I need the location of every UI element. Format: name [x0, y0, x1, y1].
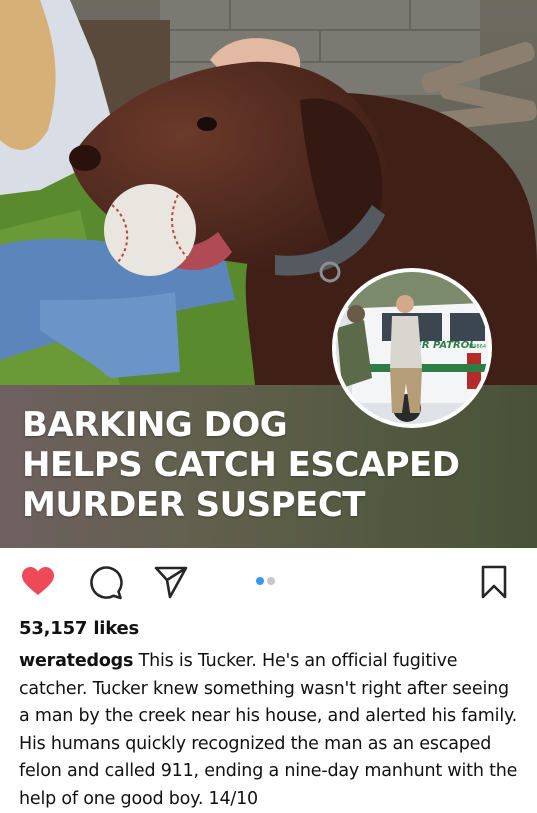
arrest-inset-photo: RDER PATROL M9864 — [332, 268, 492, 428]
caption-username[interactable]: weratedogs — [19, 651, 133, 671]
carousel-dot-active — [256, 577, 264, 585]
likes-count[interactable]: 53,157 likes — [19, 618, 139, 639]
comment-icon[interactable] — [87, 564, 123, 600]
post-headline: BARKING DOG HELPS CATCH ESCAPED MURDER S… — [22, 405, 522, 525]
post-caption: weratedogs This is Tucker. He's an offic… — [19, 648, 524, 813]
bookmark-icon[interactable] — [476, 564, 512, 600]
caption-text: This is Tucker. He's an official fugitiv… — [19, 651, 518, 809]
carousel-dot — [267, 577, 275, 585]
headline-line-2: HELPS CATCH ESCAPED — [22, 445, 460, 485]
heart-filled-icon[interactable] — [20, 564, 56, 600]
carousel-indicator — [256, 577, 278, 585]
vehicle-plate-text: M9864 — [469, 344, 486, 350]
send-icon[interactable] — [153, 564, 189, 600]
headline-line-1: BARKING DOG — [22, 405, 288, 445]
patrol-vehicle-photo: RDER PATROL M9864 — [336, 272, 488, 424]
post-image[interactable]: RDER PATROL M9864 BARKING DOG HELPS CATC… — [0, 0, 537, 548]
headline-line-3: MURDER SUSPECT — [22, 485, 365, 525]
